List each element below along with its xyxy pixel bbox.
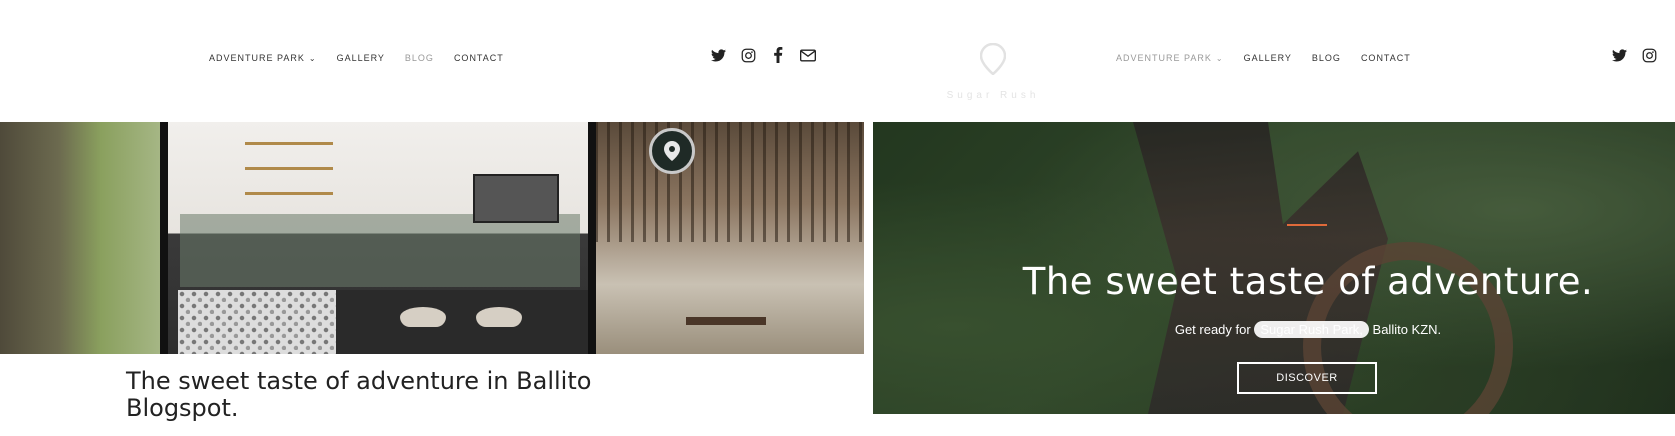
chevron-down-icon: ⌄ xyxy=(308,54,317,63)
post-title[interactable]: The sweet taste of adventure in Ballito … xyxy=(126,368,596,422)
discover-button[interactable]: DISCOVER xyxy=(1237,362,1377,394)
location-pin-icon[interactable] xyxy=(649,128,695,174)
hero-subtitle-prefix: Get ready for xyxy=(1174,322,1255,337)
header-nav: ADVENTURE PARK ⌄ GALLERY BLOG CONTACT xyxy=(0,0,864,122)
home-page: Sugar Rush ADVENTURE PARK ⌄ GALLERY BLOG … xyxy=(873,0,1675,436)
instagram-icon[interactable] xyxy=(1641,47,1657,63)
social-links xyxy=(710,47,816,63)
picnic-bench xyxy=(686,317,766,325)
chevron-down-icon: ⌄ xyxy=(1215,54,1224,63)
instagram-icon[interactable] xyxy=(740,47,756,63)
social-links xyxy=(1611,47,1657,63)
bar-stool xyxy=(400,307,446,327)
shelf xyxy=(245,167,333,170)
hero-subtitle: Get ready for Sugar Rush Park, Ballito K… xyxy=(873,321,1675,338)
hero-banner: The sweet taste of adventure. Get ready … xyxy=(873,122,1675,414)
nav-links: ADVENTURE PARK ⌄ GALLERY BLOG CONTACT xyxy=(209,53,504,63)
nav-contact[interactable]: CONTACT xyxy=(1361,53,1411,63)
shelf xyxy=(245,142,333,145)
hero-subtitle-suffix: Ballito KZN. xyxy=(1368,322,1442,337)
shelf xyxy=(245,192,333,195)
site-logo[interactable]: Sugar Rush xyxy=(943,42,1043,101)
logo-text: Sugar Rush xyxy=(946,90,1040,101)
patio-roof xyxy=(595,122,864,242)
nav-contact[interactable]: CONTACT xyxy=(454,53,504,63)
tree-photo xyxy=(0,122,168,354)
nav-gallery[interactable]: GALLERY xyxy=(1244,53,1292,63)
tiled-counter xyxy=(178,290,336,354)
bar-counter xyxy=(336,290,588,354)
header-nav: Sugar Rush ADVENTURE PARK ⌄ GALLERY BLOG … xyxy=(873,0,1675,122)
twitter-icon[interactable] xyxy=(710,47,726,63)
nav-adventure-park[interactable]: ADVENTURE PARK ⌄ xyxy=(209,53,317,63)
nav-adventure-park-label: ADVENTURE PARK xyxy=(1116,53,1212,63)
bar-stool xyxy=(476,307,522,327)
nav-adventure-park-label: ADVENTURE PARK xyxy=(209,53,305,63)
cafe-window xyxy=(180,214,580,287)
mail-icon[interactable] xyxy=(800,47,816,63)
nav-gallery[interactable]: GALLERY xyxy=(337,53,385,63)
blog-page: ADVENTURE PARK ⌄ GALLERY BLOG CONTACT Th… xyxy=(0,0,864,436)
accent-line xyxy=(1287,224,1327,226)
tv-screen xyxy=(473,174,559,223)
image-divider xyxy=(160,122,168,354)
logo-pin-icon xyxy=(979,42,1007,76)
nav-blog[interactable]: BLOG xyxy=(405,53,434,63)
twitter-icon[interactable] xyxy=(1611,47,1627,63)
hero-subtitle-highlight: Sugar Rush Park, xyxy=(1254,321,1369,338)
hero-title: The sweet taste of adventure. xyxy=(1022,260,1594,303)
facebook-icon[interactable] xyxy=(770,47,786,63)
nav-links: ADVENTURE PARK ⌄ GALLERY BLOG CONTACT xyxy=(1116,53,1411,63)
nav-adventure-park[interactable]: ADVENTURE PARK ⌄ xyxy=(1116,53,1224,63)
nav-blog[interactable]: BLOG xyxy=(1312,53,1341,63)
image-divider xyxy=(588,122,596,354)
featured-image xyxy=(0,122,864,354)
